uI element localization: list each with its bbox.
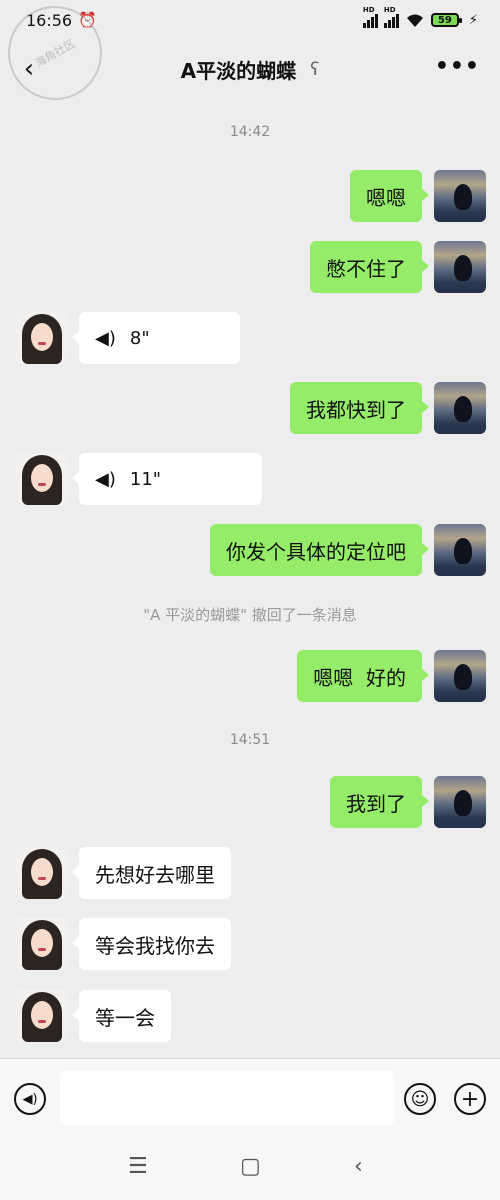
voice-duration: 8" xyxy=(129,327,150,349)
message-bubble-sent[interactable]: 嗯嗯 好的 xyxy=(297,650,429,702)
message-bubble-received[interactable]: 先想好去哪里 xyxy=(72,847,231,899)
timestamp: 14:42 xyxy=(229,124,271,140)
message-text: 先想好去哪里 xyxy=(95,862,215,887)
contact-avatar[interactable] xyxy=(16,847,68,899)
recall-notice: "A 平淡的蝴蝶" 撤回了一条消息 xyxy=(143,606,357,624)
battery-level: 59 xyxy=(437,14,452,26)
input-bar: ◀) ☺ + xyxy=(0,1058,500,1139)
message-text: 嗯嗯 好的 xyxy=(313,665,406,690)
voice-input-button[interactable]: ◀) xyxy=(14,1083,46,1115)
message-text: 你发个具体的定位吧 xyxy=(226,539,406,564)
status-right: HD HD 59 ⚡ xyxy=(362,6,478,28)
message-text: 我都快到了 xyxy=(306,397,406,422)
voice-message[interactable]: ◀) 11" xyxy=(72,453,262,505)
status-bar: 16:56 ⏰ HD HD 59 ⚡ xyxy=(0,0,500,40)
timestamp: 14:51 xyxy=(229,732,271,748)
contact-avatar[interactable] xyxy=(16,453,68,505)
emoji-button[interactable]: ☺ xyxy=(404,1083,436,1115)
my-avatar[interactable] xyxy=(434,650,486,702)
home-icon[interactable]: ▢ xyxy=(240,1154,261,1179)
chat-header: ‹ A平淡的蝴蝶 ʕ ••• xyxy=(0,40,500,98)
message-bubble-received[interactable]: 等会我找你去 xyxy=(72,918,231,970)
message-bubble-received[interactable]: 等一会 xyxy=(72,990,171,1042)
voice-wave-icon: ◀) xyxy=(95,468,116,490)
message-bubble-sent[interactable]: 你发个具体的定位吧 xyxy=(210,524,429,576)
contact-avatar[interactable] xyxy=(16,990,68,1042)
message-text: 等一会 xyxy=(95,1005,155,1030)
chat-screen: 16:56 ⏰ HD HD 59 ⚡ 海角社区 ‹ A平淡的蝴蝶 ʕ ••• 1… xyxy=(0,0,500,1200)
plus-button[interactable]: + xyxy=(454,1083,486,1115)
earpiece-icon: ʕ xyxy=(310,58,320,80)
my-avatar[interactable] xyxy=(434,170,486,222)
signal-icon: HD xyxy=(362,6,378,28)
message-bubble-sent[interactable]: 我都快到了 xyxy=(290,382,429,434)
status-time: 16:56 xyxy=(26,10,73,30)
contact-avatar[interactable] xyxy=(16,312,68,364)
message-text: 憋不住了 xyxy=(326,256,406,281)
more-button[interactable]: ••• xyxy=(435,54,480,79)
emoji-icon: ☺ xyxy=(410,1088,430,1110)
voice-duration: 11" xyxy=(129,468,162,490)
message-input[interactable] xyxy=(60,1071,394,1125)
voice-message[interactable]: ◀) 8" xyxy=(72,312,240,364)
message-text: 等会我找你去 xyxy=(95,933,215,958)
message-bubble-sent[interactable]: 我到了 xyxy=(330,776,429,828)
voice-input-icon: ◀) xyxy=(22,1091,38,1107)
plus-icon: + xyxy=(460,1086,480,1112)
back-chevron-icon: ‹ xyxy=(23,54,35,84)
message-text: 嗯嗯 xyxy=(366,185,406,210)
signal-icon-2: HD xyxy=(383,6,399,28)
message-bubble-sent[interactable]: 憋不住了 xyxy=(310,241,429,293)
wifi-icon xyxy=(406,14,423,27)
alarm-icon: ⏰ xyxy=(78,11,97,29)
status-left: 16:56 ⏰ xyxy=(26,11,97,30)
chat-title: A平淡的蝴蝶 xyxy=(180,58,297,83)
charging-icon: ⚡ xyxy=(468,12,478,28)
battery-icon: 59 xyxy=(430,13,462,27)
message-text: 我到了 xyxy=(346,791,406,816)
contact-avatar[interactable] xyxy=(16,918,68,970)
my-avatar[interactable] xyxy=(434,382,486,434)
back-button[interactable]: ‹ xyxy=(14,52,44,86)
my-avatar[interactable] xyxy=(434,241,486,293)
back-icon[interactable]: ‹ xyxy=(354,1154,363,1179)
title-wrap: A平淡的蝴蝶 ʕ xyxy=(181,55,320,84)
my-avatar[interactable] xyxy=(434,776,486,828)
my-avatar[interactable] xyxy=(434,524,486,576)
system-nav-bar: ☰ ▢ ‹ xyxy=(0,1138,500,1200)
menu-icon[interactable]: ☰ xyxy=(128,1154,148,1179)
message-bubble-sent[interactable]: 嗯嗯 xyxy=(350,170,429,222)
voice-wave-icon: ◀) xyxy=(95,327,116,349)
